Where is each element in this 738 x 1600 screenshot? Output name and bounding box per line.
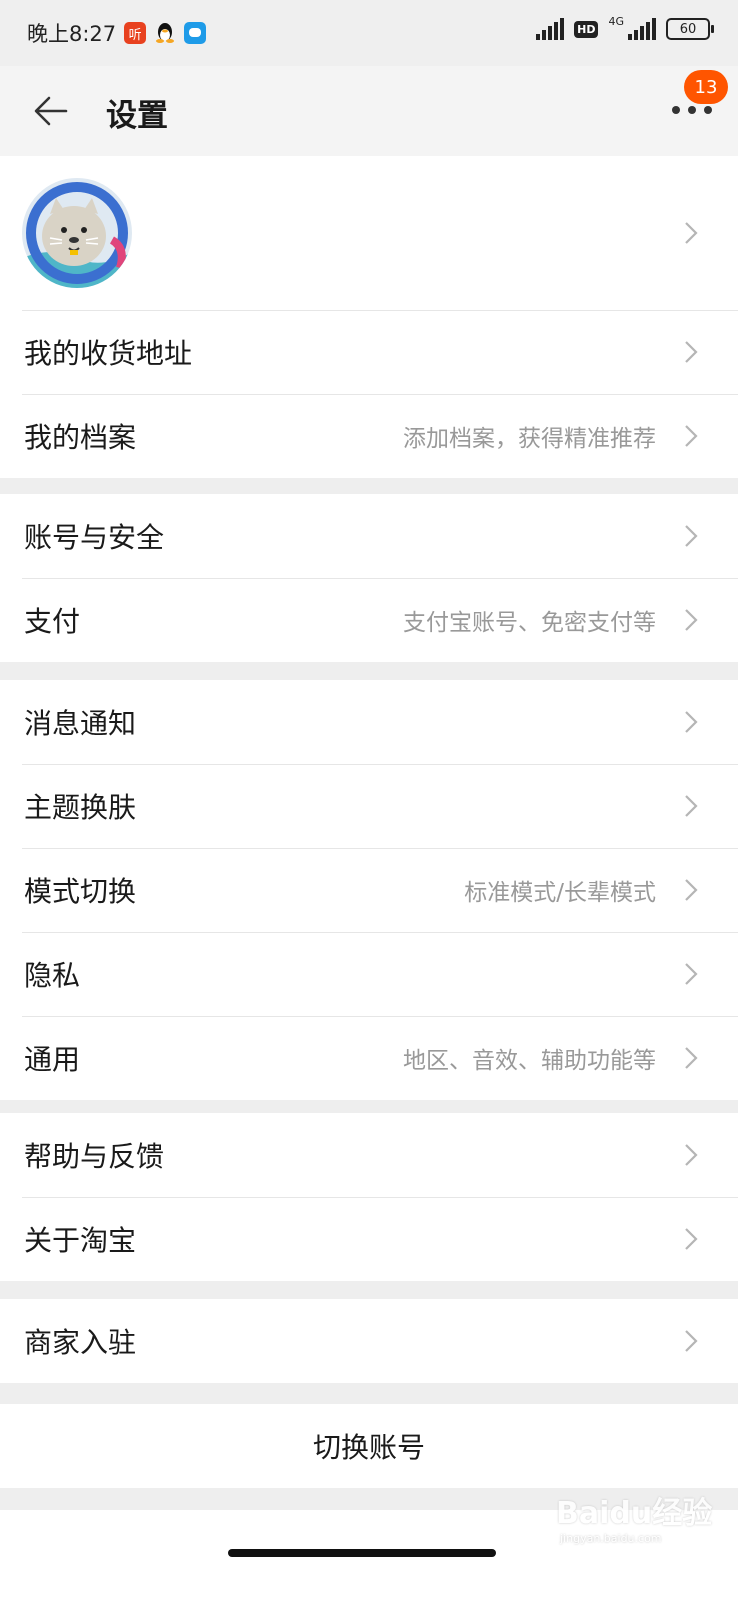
settings-row-privacy[interactable]: 隐私 bbox=[0, 932, 738, 1016]
settings-row-theme[interactable]: 主题换肤 bbox=[0, 764, 738, 848]
message-icon bbox=[184, 22, 207, 44]
row-label: 模式切换 bbox=[24, 875, 137, 908]
chevron-right-icon bbox=[685, 1228, 698, 1250]
chevron-right-icon bbox=[685, 1144, 698, 1166]
settings-row-general[interactable]: 通用 地区、音效、辅助功能等 bbox=[0, 1016, 738, 1100]
chevron-right-icon bbox=[685, 425, 698, 447]
profile-group: 我的收货地址 我的档案 添加档案，获得精准推荐 bbox=[0, 156, 738, 478]
watermark: Baidu经验 bbox=[556, 1496, 713, 1531]
switch-account-group: 切换账号 bbox=[0, 1404, 738, 1488]
row-label: 主题换肤 bbox=[24, 791, 137, 824]
row-hint: 标准模式/长辈模式 bbox=[464, 880, 656, 906]
switch-account-label: 切换账号 bbox=[312, 1431, 425, 1464]
chevron-right-icon bbox=[685, 609, 698, 631]
settings-row-account-security[interactable]: 账号与安全 bbox=[0, 494, 738, 578]
signal-icon bbox=[536, 18, 565, 40]
chevron-right-icon bbox=[685, 525, 698, 547]
row-label: 我的收货地址 bbox=[24, 337, 193, 370]
row-hint: 添加档案，获得精准推荐 bbox=[403, 426, 656, 452]
row-label: 帮助与反馈 bbox=[24, 1140, 165, 1173]
settings-row-about[interactable]: 关于淘宝 bbox=[0, 1197, 738, 1281]
row-hint: 地区、音效、辅助功能等 bbox=[403, 1048, 656, 1074]
row-label: 关于淘宝 bbox=[24, 1224, 137, 1257]
home-indicator[interactable] bbox=[228, 1549, 496, 1557]
row-label: 账号与安全 bbox=[24, 521, 165, 554]
chevron-right-icon bbox=[685, 222, 698, 244]
nav-bar: 设置 bbox=[0, 66, 738, 156]
row-label: 支付 bbox=[24, 605, 81, 638]
switch-account-button[interactable]: 切换账号 bbox=[0, 1404, 738, 1488]
chevron-right-icon bbox=[685, 879, 698, 901]
profile-row[interactable] bbox=[0, 156, 738, 310]
account-group: 账号与安全 支付 支付宝账号、免密支付等 bbox=[0, 494, 738, 662]
row-hint: 支付宝账号、免密支付等 bbox=[403, 610, 656, 636]
chevron-right-icon bbox=[685, 1330, 698, 1352]
status-time: 晚上8:27 bbox=[27, 22, 117, 46]
page-title: 设置 bbox=[106, 98, 168, 134]
row-label: 我的档案 bbox=[24, 421, 137, 454]
settings-row-archive[interactable]: 我的档案 添加档案，获得精准推荐 bbox=[0, 394, 738, 478]
general-group: 消息通知 主题换肤 模式切换 标准模式/长辈模式 隐私 通用 地区、音效、辅助功… bbox=[0, 680, 738, 1100]
hd-icon: HD bbox=[574, 20, 599, 38]
row-label: 通用 bbox=[24, 1043, 81, 1076]
ting-icon: 听 bbox=[124, 22, 147, 44]
qq-icon bbox=[154, 22, 176, 44]
chevron-right-icon bbox=[685, 963, 698, 985]
battery-icon: 60 bbox=[666, 18, 714, 40]
settings-row-address[interactable]: 我的收货地址 bbox=[0, 310, 738, 394]
help-group: 帮助与反馈 关于淘宝 bbox=[0, 1113, 738, 1281]
more-options-icon[interactable] bbox=[672, 106, 716, 120]
chevron-right-icon bbox=[685, 795, 698, 817]
avatar bbox=[22, 178, 132, 288]
network-label: 4G bbox=[608, 14, 624, 28]
settings-row-notifications[interactable]: 消息通知 bbox=[0, 680, 738, 764]
merchant-group: 商家入驻 bbox=[0, 1299, 738, 1383]
row-label: 消息通知 bbox=[24, 707, 137, 740]
settings-row-mode[interactable]: 模式切换 标准模式/长辈模式 bbox=[0, 848, 738, 932]
settings-row-help[interactable]: 帮助与反馈 bbox=[0, 1113, 738, 1197]
chevron-right-icon bbox=[685, 1047, 698, 1069]
settings-row-merchant[interactable]: 商家入驻 bbox=[0, 1299, 738, 1383]
battery-level: 60 bbox=[679, 21, 697, 37]
notification-badge: 13 bbox=[684, 70, 728, 104]
chevron-right-icon bbox=[685, 341, 698, 363]
row-label: 隐私 bbox=[24, 959, 81, 992]
watermark-url: jingyan.baidu.com bbox=[560, 1532, 662, 1545]
signal-4g-icon bbox=[628, 18, 656, 40]
row-label: 商家入驻 bbox=[24, 1326, 137, 1359]
settings-row-payment[interactable]: 支付 支付宝账号、免密支付等 bbox=[0, 578, 738, 662]
status-bar: 晚上8:27 听 HD 4G 60 bbox=[0, 0, 738, 66]
chevron-right-icon bbox=[685, 711, 698, 733]
back-arrow-icon[interactable] bbox=[34, 96, 68, 126]
